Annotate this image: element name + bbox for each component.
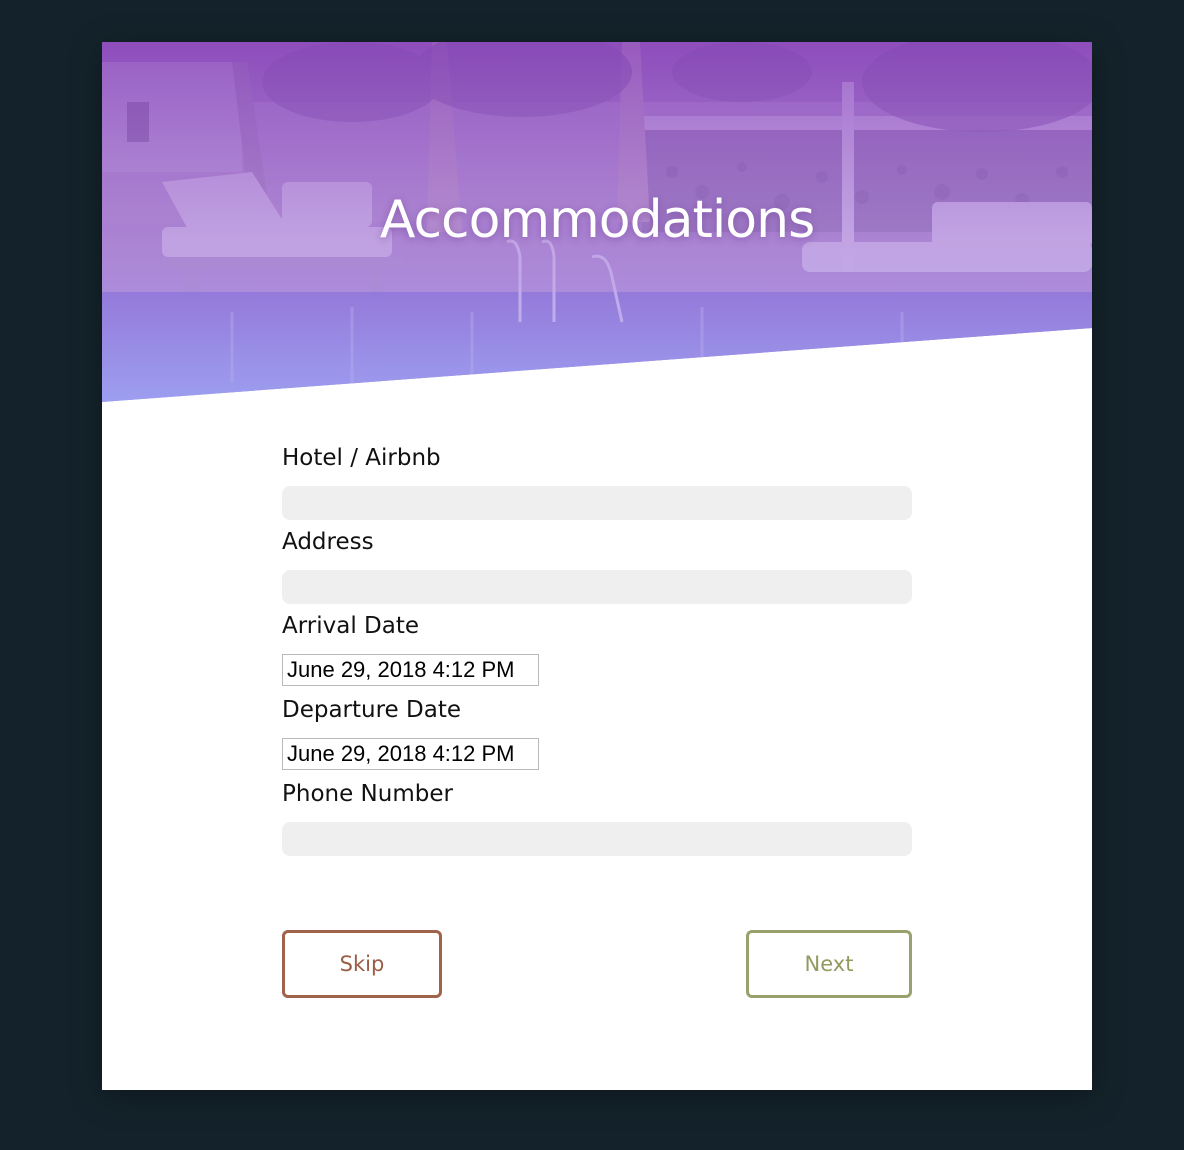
phone-label: Phone Number xyxy=(282,781,453,807)
hotel-input[interactable] xyxy=(282,486,912,520)
arrival-date-label: Arrival Date xyxy=(282,613,420,639)
departure-date-label: Departure Date xyxy=(282,697,461,723)
address-input[interactable] xyxy=(282,570,912,604)
arrival-date-input[interactable]: June 29, 2018 4:12 PM xyxy=(282,654,539,686)
accommodations-card: Accommodations Hotel / Airbnb Address Ar… xyxy=(102,42,1092,1090)
skip-button[interactable]: Skip xyxy=(282,930,442,998)
departure-date-field-group: Departure Date June 29, 2018 4:12 PM xyxy=(282,696,539,780)
next-button[interactable]: Next xyxy=(746,930,912,998)
departure-date-input[interactable]: June 29, 2018 4:12 PM xyxy=(282,738,539,770)
arrival-date-field-group: Arrival Date June 29, 2018 4:12 PM xyxy=(282,612,539,696)
page-title: Accommodations xyxy=(379,190,815,250)
hotel-label: Hotel / Airbnb xyxy=(282,445,441,471)
phone-input[interactable] xyxy=(282,822,912,856)
hero-banner: Accommodations xyxy=(102,42,1092,402)
address-label: Address xyxy=(282,529,374,555)
phone-field-group: Phone Number xyxy=(282,780,912,878)
